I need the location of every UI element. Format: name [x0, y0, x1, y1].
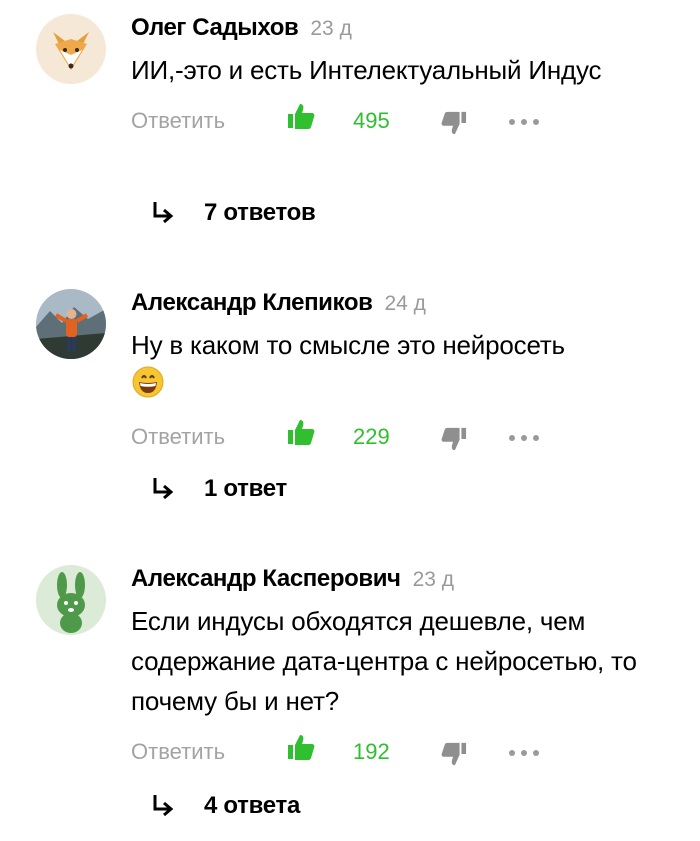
replies-link[interactable]: 4 ответа: [150, 792, 300, 820]
replies-link[interactable]: 7 ответов: [150, 199, 316, 227]
thumbs-up-icon[interactable]: [287, 733, 315, 761]
replies-link[interactable]: 1 ответ: [150, 475, 287, 503]
thumbs-down-icon[interactable]: [441, 741, 467, 767]
timestamp: 23 д: [310, 17, 352, 40]
replies-count: 7 ответов: [204, 199, 316, 226]
avatar[interactable]: [36, 14, 106, 84]
avatar[interactable]: [36, 289, 106, 359]
grinning-face-emoji-icon: [132, 366, 164, 398]
comment-text: Если индусы обходятся дешевле, чем содер…: [131, 606, 637, 716]
more-options-icon[interactable]: [507, 118, 541, 126]
reply-button[interactable]: Ответить: [131, 424, 225, 450]
comment-text: ИИ,-это и есть Интелектуальный Индус: [131, 55, 602, 85]
thumbs-up-icon[interactable]: [287, 102, 315, 130]
reply-button[interactable]: Ответить: [131, 108, 225, 134]
like-count: 192: [353, 739, 390, 764]
reply-arrow-icon: [153, 202, 174, 224]
comment-actions: Ответить 495: [131, 100, 680, 140]
fox-avatar-icon: [36, 14, 106, 84]
comment-text-content: Ну в каком то смысле это нейросеть: [131, 330, 565, 360]
author-name[interactable]: Александр Касперович: [131, 565, 401, 593]
thumbs-up-icon[interactable]: [287, 418, 315, 446]
like-count: 495: [353, 108, 390, 133]
author-name[interactable]: Олег Садыхов: [131, 14, 299, 42]
comment-body: Александр Клепиков 24 д Ну в каком то см…: [131, 289, 680, 456]
reply-arrow-icon: [153, 478, 174, 500]
like-count: 229: [353, 424, 390, 449]
timestamp: 24 д: [384, 292, 426, 315]
rabbit-avatar-icon: [36, 565, 106, 635]
more-options-icon[interactable]: [507, 434, 541, 442]
comment-body: Александр Касперович 23 д Если индусы об…: [131, 565, 680, 771]
comment-actions: Ответить 229: [131, 416, 680, 456]
reply-arrow-icon: [153, 795, 174, 817]
comment-actions: Ответить 192: [131, 731, 680, 771]
timestamp: 23 д: [412, 568, 455, 591]
comment-body: Олег Садыхов 23 д ИИ,-это и есть Интелек…: [131, 14, 680, 140]
thumbs-down-icon[interactable]: [441, 426, 467, 452]
author-name[interactable]: Александр Клепиков: [131, 289, 373, 317]
more-options-icon[interactable]: [507, 749, 541, 757]
comment-text: Ну в каком то смысле это нейросеть: [131, 325, 680, 406]
thumbs-down-icon[interactable]: [441, 110, 467, 136]
photo-avatar-icon: [36, 289, 106, 359]
replies-count: 1 ответ: [204, 475, 287, 502]
avatar[interactable]: [36, 565, 106, 635]
reply-button[interactable]: Ответить: [131, 739, 225, 765]
replies-count: 4 ответа: [204, 792, 301, 819]
